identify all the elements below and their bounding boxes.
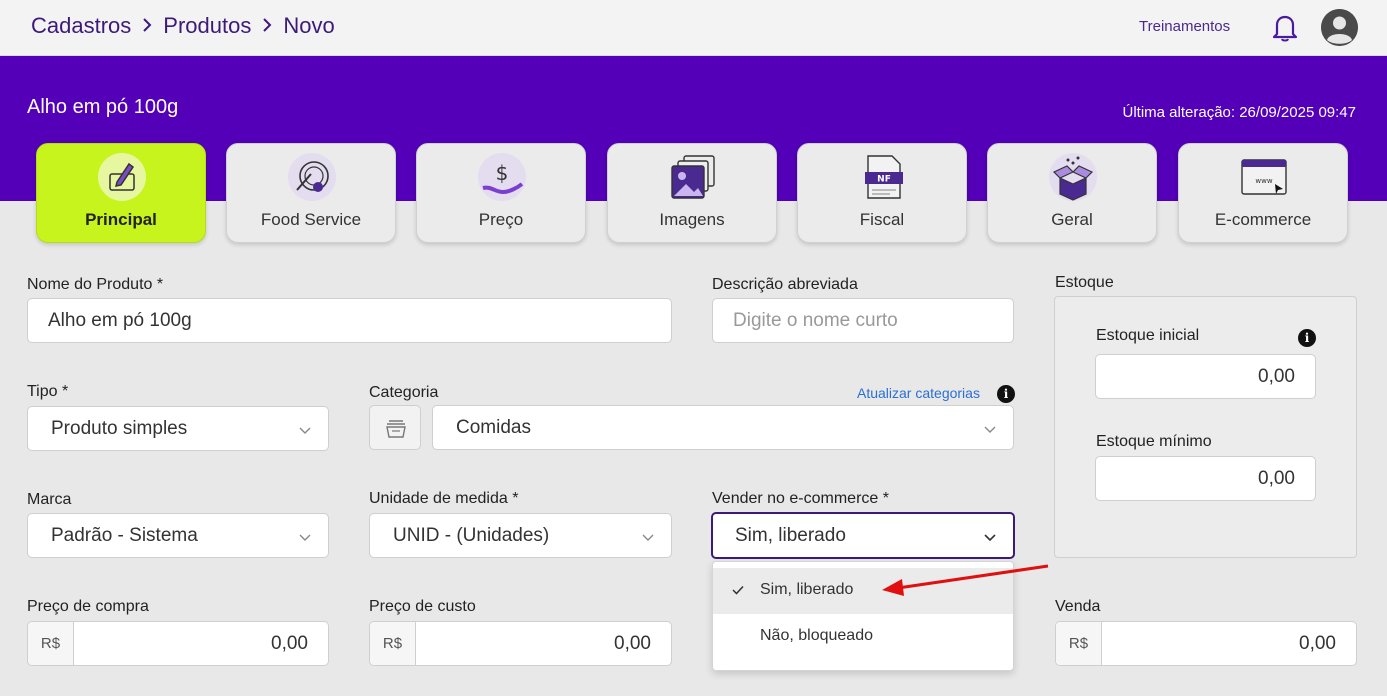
product-name-field[interactable]: Alho em pó 100g (27, 298, 672, 343)
web-browser-icon: www (1239, 152, 1289, 202)
breadcrumb-novo: Novo (283, 13, 335, 38)
purchase-price-label: Preço de compra (27, 598, 149, 615)
sale-price-label: Venda (1055, 598, 1101, 615)
chevron-down-icon (298, 421, 312, 435)
tab-imagens[interactable]: Imagens (607, 143, 777, 243)
purchase-price-field[interactable]: R$ 0,00 (27, 621, 329, 666)
category-value: Comidas (456, 417, 531, 438)
trainings-link[interactable]: Treinamentos (1139, 18, 1230, 35)
minimum-stock-field[interactable]: 0,00 (1095, 456, 1316, 501)
chevron-right-icon (261, 16, 273, 37)
tab-principal[interactable]: Principal (36, 143, 206, 243)
sale-price-value: 0,00 (1299, 633, 1336, 654)
purchase-price-value: 0,00 (271, 633, 308, 654)
short-description-label: Descrição abreviada (712, 276, 858, 293)
breadcrumb-produtos[interactable]: Produtos (163, 13, 251, 39)
svg-text:NF: NF (877, 175, 891, 185)
currency-prefix: R$ (1056, 622, 1102, 665)
unit-label: Unidade de medida * (369, 490, 519, 507)
category-manage-button[interactable] (369, 405, 421, 450)
top-bar: Cadastros Produtos Novo Treinamentos (0, 0, 1387, 56)
option-nao-bloqueado[interactable]: Não, bloqueado (713, 614, 1013, 660)
tab-label: Imagens (659, 210, 725, 229)
chevron-down-icon (983, 528, 997, 542)
ecommerce-select[interactable]: Sim, liberado (711, 512, 1015, 559)
tab-label: Principal (85, 210, 157, 229)
tab-label: Geral (1051, 210, 1093, 229)
chevron-down-icon (641, 528, 655, 542)
currency-prefix: R$ (28, 622, 74, 665)
cost-price-label: Preço de custo (369, 598, 476, 615)
plate-icon (287, 152, 337, 202)
category-label: Categoria (369, 384, 439, 401)
cost-price-value: 0,00 (614, 633, 651, 654)
initial-stock-label: Estoque inicial (1096, 327, 1200, 344)
minimum-stock-value: 0,00 (1258, 468, 1295, 489)
cost-price-field[interactable]: R$ 0,00 (369, 621, 672, 666)
type-value: Produto simples (51, 418, 188, 439)
breadcrumb: Cadastros Produtos Novo (31, 13, 335, 39)
short-description-field[interactable]: Digite o nome curto (712, 298, 1014, 343)
type-select[interactable]: Produto simples (27, 406, 329, 451)
category-select[interactable]: Comidas (432, 405, 1014, 450)
image-gallery-icon (668, 152, 718, 202)
currency-prefix: R$ (370, 622, 416, 665)
product-name-label: Nome do Produto * (27, 276, 164, 293)
option-label: Não, bloqueado (760, 627, 873, 644)
tab-fiscal[interactable]: NF Fiscal (797, 143, 967, 243)
breadcrumb-cadastros[interactable]: Cadastros (31, 13, 131, 39)
tab-geral[interactable]: Geral (987, 143, 1157, 243)
open-box-icon (1048, 152, 1098, 202)
short-description-placeholder: Digite o nome curto (733, 310, 898, 331)
initial-stock-field[interactable]: 0,00 (1095, 354, 1316, 399)
tab-label: Fiscal (859, 210, 905, 229)
brand-label: Marca (27, 491, 72, 508)
price-hand-icon: $ (477, 152, 527, 202)
initial-stock-value: 0,00 (1258, 366, 1295, 387)
avatar[interactable] (1321, 9, 1358, 46)
tab-food-service[interactable]: Food Service (226, 143, 396, 243)
type-label: Tipo * (27, 383, 69, 400)
tab-preco[interactable]: $ Preço (416, 143, 586, 243)
brand-select[interactable]: Padrão - Sistema (27, 513, 329, 558)
ecommerce-label: Vender no e-commerce * (712, 490, 889, 507)
svg-text:www: www (1255, 177, 1272, 185)
tray-icon (386, 420, 406, 438)
unit-value: UNID - (Unidades) (393, 525, 550, 546)
tab-label: E-commerce (1214, 210, 1312, 229)
check-icon (731, 583, 745, 597)
sale-price-field[interactable]: R$ 0,00 (1055, 621, 1357, 666)
svg-text:$: $ (496, 161, 509, 185)
unit-select[interactable]: UNID - (Unidades) (369, 513, 672, 558)
product-title: Alho em pó 100g (27, 96, 179, 118)
chevron-right-icon (141, 16, 153, 37)
stock-title: Estoque (1055, 274, 1114, 291)
tab-label: Preço (478, 210, 524, 229)
edit-pencil-icon (97, 152, 147, 202)
brand-value: Padrão - Sistema (51, 525, 198, 546)
product-name-value: Alho em pó 100g (48, 310, 192, 331)
info-icon[interactable]: i (1298, 329, 1316, 347)
ecommerce-value: Sim, liberado (735, 525, 846, 546)
annotation-arrow-icon (882, 564, 1049, 596)
chevron-down-icon (983, 420, 997, 434)
minimum-stock-label: Estoque mínimo (1096, 433, 1212, 450)
bell-icon[interactable] (1271, 12, 1299, 42)
tab-label: Food Service (260, 210, 362, 229)
update-categories-link[interactable]: Atualizar categorias (857, 385, 980, 401)
last-change-text: Última alteração: 26/09/2025 09:47 (1122, 104, 1357, 121)
tab-ecommerce[interactable]: www E-commerce (1178, 143, 1348, 243)
stock-panel: Estoque inicial i 0,00 Estoque mínimo 0,… (1054, 296, 1357, 558)
info-icon[interactable]: i (997, 385, 1015, 403)
invoice-nf-icon: NF (858, 152, 908, 202)
chevron-down-icon (298, 528, 312, 542)
option-label: Sim, liberado (760, 581, 854, 598)
